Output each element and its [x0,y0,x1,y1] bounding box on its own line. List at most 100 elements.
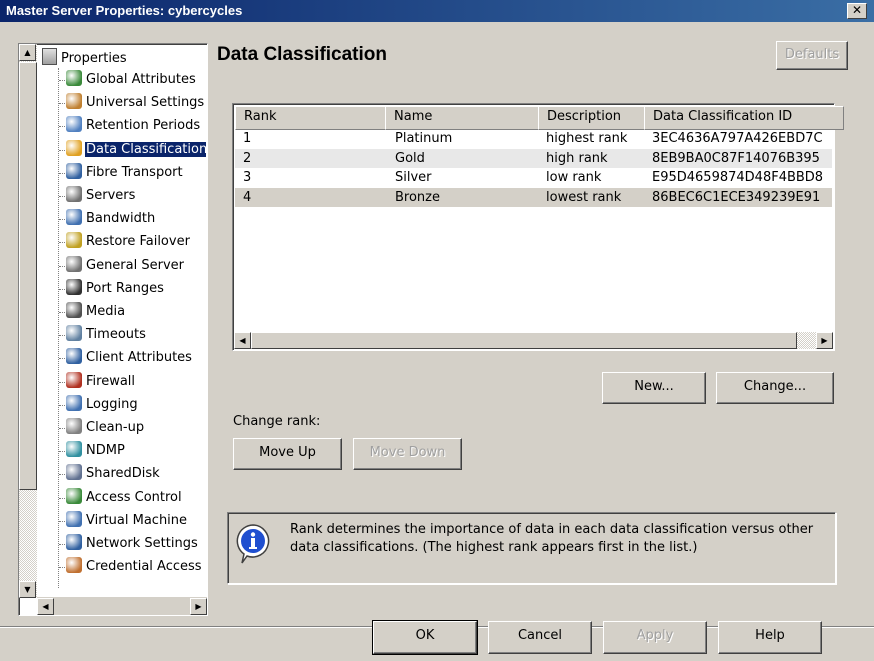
table-cell: 8EB9BA0C87F14076B395 [652,150,820,166]
tree-item-label: Retention Periods [86,118,201,134]
move-up-button[interactable]: Move Up [233,438,342,470]
move-down-button[interactable]: Move Down [353,438,462,470]
data-classification-list[interactable]: Rank Name Description Data Classificatio… [232,103,844,351]
table-cell: low rank [546,170,602,185]
scroll-down-button[interactable]: ▼ [19,581,36,598]
tree-item[interactable]: Universal Settings [66,93,206,115]
tree-item-label: Media [86,304,126,319]
table-cell: 4 [243,189,252,205]
tree-item[interactable]: General Server [66,255,206,278]
tree-item-label: General Server [86,257,184,273]
tree-item[interactable]: Client Attributes [66,348,206,370]
scroll-left-button[interactable]: ◀ [37,598,54,615]
tree-root-label: Properties [61,51,127,66]
tree-item-label: Timeouts [86,327,146,343]
list-scroll-left-icon: ◀ [239,336,246,345]
tree-item[interactable]: Network Settings [66,534,206,556]
tree-item[interactable]: Logging [66,394,206,417]
tree-item[interactable]: SharedDisk [66,464,206,486]
list-scroll-left-button[interactable]: ◀ [234,332,251,349]
properties-icon [42,48,57,65]
tree-item[interactable]: Bandwidth [66,209,206,231]
tree-item-label: Access Control [86,489,182,505]
globe-icon [66,70,82,86]
scroll-down-icon: ▼ [24,585,31,594]
tree-item[interactable]: Access Control [66,487,206,510]
tree-item[interactable]: Timeouts [66,325,206,347]
tree-item[interactable]: Virtual Machine [66,510,206,533]
tree-item-label: Restore Failover [86,234,190,250]
port-ranges-icon [66,278,82,295]
tree-item-label: Port Ranges [86,280,164,296]
column-header-description[interactable]: Description [538,106,654,130]
table-cell: highest rank [546,131,628,146]
table-cell: high rank [546,150,608,166]
list-scroll-right-icon: ▶ [821,336,828,345]
scroll-left-icon: ◀ [42,602,49,611]
tree-item[interactable]: Media [66,302,206,324]
list-scroll-right-button[interactable]: ▶ [816,332,833,349]
tree-item-label: Credential Access [86,559,202,575]
table-row[interactable]: 2 Gold high rank 8EB9BA0C87F14076B395 [235,148,832,168]
defaults-button[interactable]: Defaults [776,41,848,70]
close-icon: ✕ [851,3,863,17]
tree-item-label: Network Settings [86,536,198,551]
column-header-classification-id[interactable]: Data Classification ID [644,106,844,130]
tree-item[interactable]: Fibre Transport [66,162,206,185]
tree-item[interactable]: Restore Failover [66,232,206,254]
scroll-up-button[interactable]: ▲ [19,44,36,61]
cancel-button[interactable]: Cancel [488,621,592,654]
ok-button[interactable]: OK [372,620,478,655]
data-classification-icon [66,139,82,156]
page-title: Data Classification [217,44,387,65]
bandwidth-icon [66,209,82,226]
general-server-icon [66,255,82,272]
tree-item-label: Servers [86,188,136,203]
server-icon [66,186,82,202]
window-title: Master Server Properties: cybercycles [6,3,243,18]
table-cell: lowest rank [546,189,622,205]
tree-scroll-thumb[interactable] [19,62,37,490]
table-cell: Silver [395,170,432,185]
table-row[interactable]: 3 Silver low rank E95D4659874D48F4BBD8 [235,168,832,187]
tree-item[interactable]: Clean-up [66,418,206,440]
tree-item-label: Data Classification [85,141,206,157]
tree-item[interactable]: Credential Access [66,557,206,579]
virtual-machine-icon [66,510,82,527]
tree-root-properties[interactable]: Properties [42,48,127,68]
tree-item-label: Fibre Transport [86,164,183,180]
scroll-up-icon: ▲ [24,48,31,57]
change-button[interactable]: Change... [716,372,834,404]
tree-item[interactable]: Firewall [66,371,206,394]
column-header-rank[interactable]: Rank [235,106,395,130]
tree-item-label: Virtual Machine [86,512,188,528]
info-text: Rank determines the importance of data i… [290,522,814,555]
apply-button[interactable]: Apply [603,621,707,654]
table-cell: 2 [243,150,252,166]
client-attributes-icon [66,348,82,365]
change-rank-label: Change rank: [233,414,321,429]
tree-item[interactable]: Servers [66,186,206,208]
tree-horizontal-scrollbar[interactable] [37,597,207,615]
tree-item[interactable]: NDMP [66,441,206,463]
tree-item-label: SharedDisk [86,466,160,482]
tree-item[interactable]: Retention Periods [66,116,206,138]
tree-item-label: Logging [86,396,138,412]
table-cell: 86BEC6C1ECE349239E91 [652,189,821,205]
help-button[interactable]: Help [718,621,822,654]
tree-item[interactable]: Global Attributes [66,70,206,92]
list-scroll-thumb[interactable] [251,332,797,349]
table-cell: E95D4659874D48F4BBD8 [652,170,824,185]
firewall-icon [66,371,82,388]
tree-item[interactable]: Data Classification [66,139,206,162]
column-header-name[interactable]: Name [385,106,548,130]
ndmp-icon [66,441,82,458]
new-button[interactable]: New... [602,372,706,404]
close-button[interactable]: ✕ [847,3,867,19]
tree-item-label: Bandwidth [86,211,156,227]
scroll-right-button[interactable]: ▶ [190,598,207,615]
table-row[interactable]: 1 Platinum highest rank 3EC4636A797A426EBD7… [235,129,832,148]
table-cell: Bronze [395,189,440,205]
tree-item[interactable]: Port Ranges [66,278,206,301]
table-row[interactable]: 4 Bronze lowest rank 86BEC6C1ECE349239E91 [235,187,832,207]
